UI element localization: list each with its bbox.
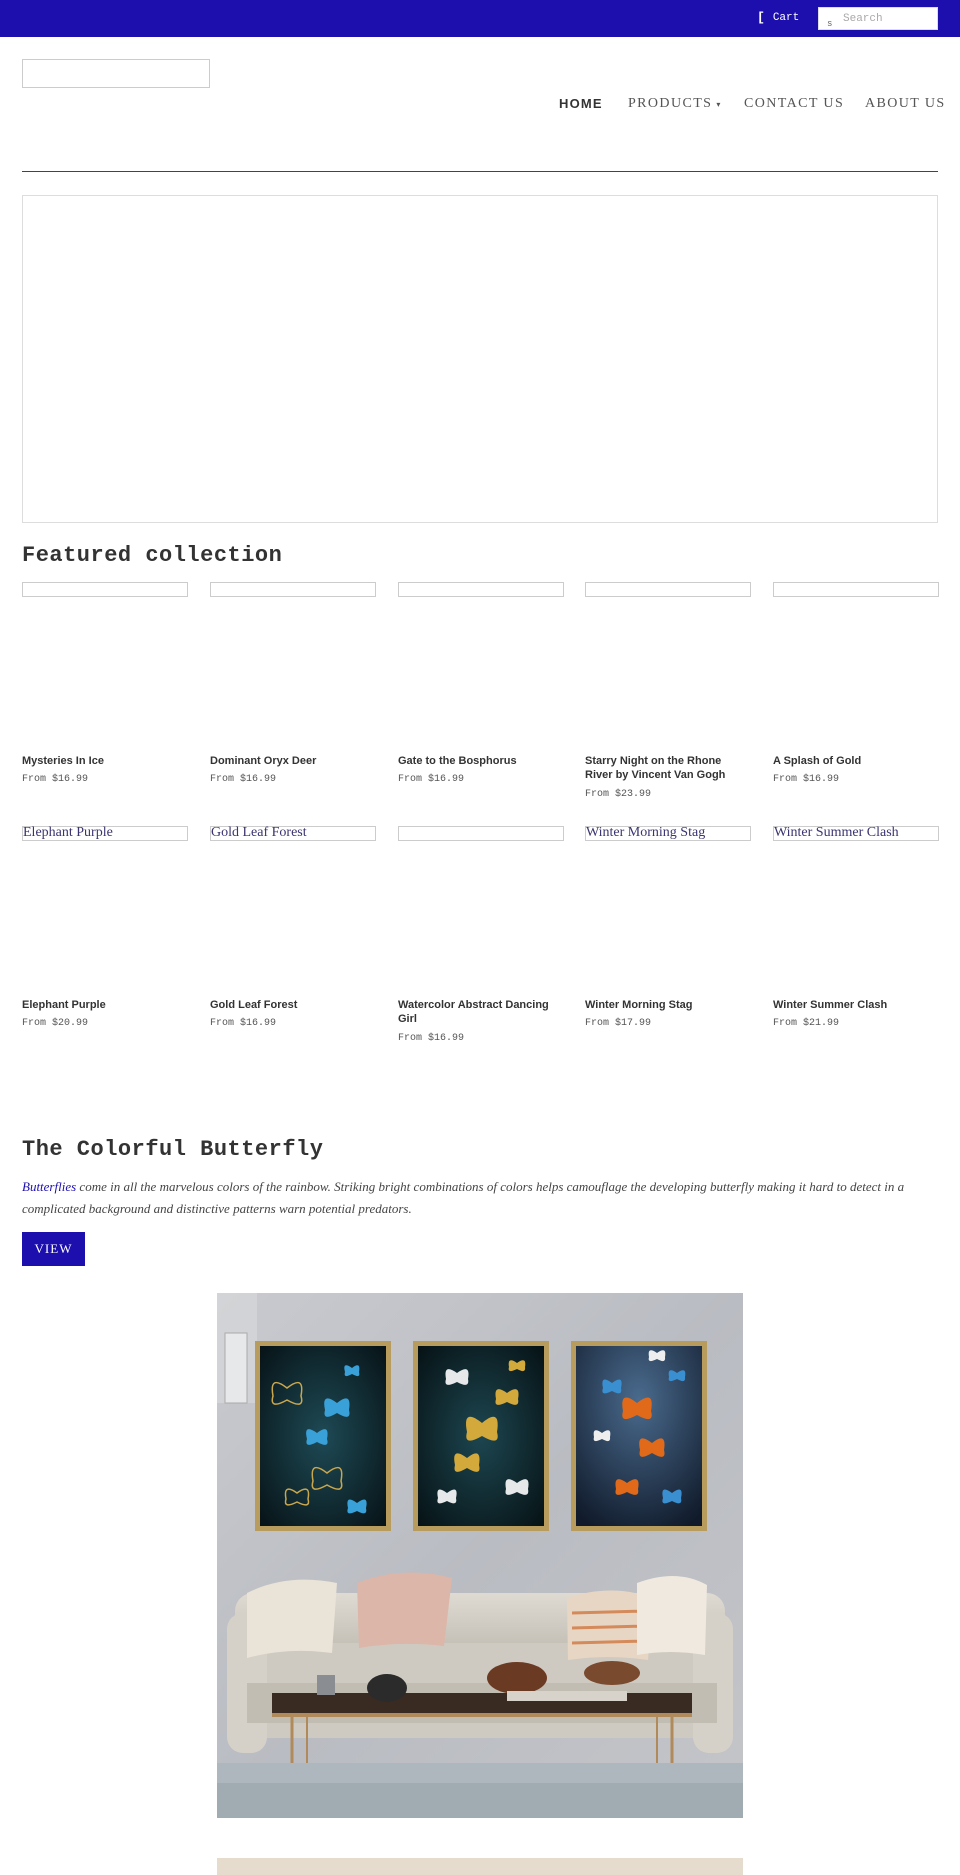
product-image[interactable]: Winter Summer Clash <box>773 826 939 841</box>
product-card[interactable]: Winter Summer Clash Winter Summer Clash Fr… <box>773 826 939 1029</box>
product-card[interactable]: Gold Leaf Forest Gold Leaf Forest From $16… <box>210 826 376 1029</box>
product-title[interactable]: Starry Night on the Rhone River by Vince… <box>585 754 751 782</box>
second-feature-image <box>217 1858 743 1875</box>
product-title[interactable]: A Splash of Gold <box>773 754 939 768</box>
product-price: From $16.99 <box>773 774 840 785</box>
product-price: From $17.99 <box>585 1018 652 1029</box>
product-price: From $20.99 <box>22 1018 89 1029</box>
store-logo[interactable] <box>22 59 210 88</box>
product-card[interactable]: Mysteries In Ice From $16.99 <box>22 582 188 785</box>
product-card[interactable]: A Splash of Gold From $16.99 <box>773 582 939 785</box>
search-box[interactable]: s <box>818 7 938 30</box>
product-image[interactable] <box>22 582 188 597</box>
product-image[interactable]: Winter Morning Stag <box>585 826 751 841</box>
product-card[interactable]: Starry Night on the Rhone River by Vince… <box>585 582 751 800</box>
nav-home[interactable]: HOME <box>559 96 603 111</box>
product-price: From $21.99 <box>773 1018 840 1029</box>
product-price: From $23.99 <box>585 789 652 800</box>
product-price: From $16.99 <box>22 774 89 785</box>
chevron-down-icon: ▾ <box>716 100 722 109</box>
product-price: From $16.99 <box>398 1033 465 1044</box>
product-image[interactable] <box>210 582 376 597</box>
product-card[interactable]: Gate to the Bosphorus From $16.99 <box>398 582 564 785</box>
nav-contact[interactable]: CONTACT US <box>744 96 844 112</box>
cart-label: Cart <box>772 11 800 24</box>
product-price: From $16.99 <box>210 1018 277 1029</box>
product-image[interactable] <box>398 826 564 841</box>
product-price: From $16.99 <box>398 774 465 785</box>
header-divider <box>22 171 938 172</box>
featured-collection-title: Featured collection <box>22 543 283 568</box>
product-card[interactable]: Winter Morning Stag Winter Morning Stag Fr… <box>585 826 751 1029</box>
cart-link[interactable]: [ Cart <box>757 10 799 25</box>
product-image[interactable]: Gold Leaf Forest <box>210 826 376 841</box>
nav-products[interactable]: PRODUCTS ▾ <box>628 96 722 112</box>
product-title[interactable]: Dominant Oryx Deer <box>210 754 376 768</box>
product-price: From $16.99 <box>210 774 277 785</box>
top-bar: [ Cart s <box>0 0 960 37</box>
butterflies-link[interactable]: Butterflies <box>22 1179 76 1194</box>
feature-description: Butterflies come in all the marvelous co… <box>22 1176 932 1220</box>
nav-products-label: PRODUCTS <box>628 96 713 111</box>
butterfly-room-illustration <box>217 1293 743 1818</box>
product-image[interactable] <box>398 582 564 597</box>
feature-description-text: come in all the marvelous colors of the … <box>22 1179 905 1216</box>
product-title[interactable]: Watercolor Abstract Dancing Girl <box>398 998 564 1026</box>
product-image[interactable] <box>585 582 751 597</box>
product-title[interactable]: Elephant Purple <box>22 998 188 1012</box>
search-icon[interactable]: s <box>827 19 832 29</box>
product-title[interactable]: Winter Morning Stag <box>585 998 751 1012</box>
product-card[interactable]: Watercolor Abstract Dancing Girl From $16… <box>398 826 564 1044</box>
product-image[interactable] <box>773 582 939 597</box>
cart-icon: [ <box>757 10 765 25</box>
product-image[interactable]: Elephant Purple <box>22 826 188 841</box>
search-input[interactable] <box>841 8 937 29</box>
product-title[interactable]: Gold Leaf Forest <box>210 998 376 1012</box>
view-button[interactable]: VIEW <box>22 1232 85 1266</box>
feature-title: The Colorful Butterfly <box>22 1137 324 1162</box>
nav-about[interactable]: ABOUT US <box>865 96 946 112</box>
product-card[interactable]: Dominant Oryx Deer From $16.99 <box>210 582 376 785</box>
hero-slideshow[interactable] <box>22 195 938 523</box>
product-card[interactable]: Elephant Purple Elephant Purple From $20.9… <box>22 826 188 1029</box>
product-title[interactable]: Gate to the Bosphorus <box>398 754 564 768</box>
product-title[interactable]: Mysteries In Ice <box>22 754 188 768</box>
feature-image <box>217 1293 743 1818</box>
product-title[interactable]: Winter Summer Clash <box>773 998 939 1012</box>
